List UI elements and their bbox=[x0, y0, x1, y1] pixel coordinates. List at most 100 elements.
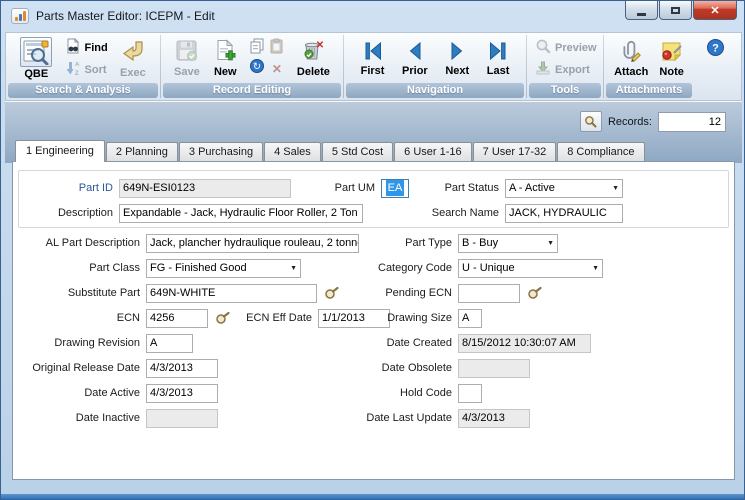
note-label: Note bbox=[659, 66, 683, 78]
exec-label: Exec bbox=[120, 67, 146, 79]
svg-text:Z: Z bbox=[75, 71, 79, 76]
minimize-button[interactable] bbox=[625, 1, 658, 20]
toolbar-group-search-analysis: QBE Find AZ Sort bbox=[6, 33, 160, 100]
first-button[interactable]: First bbox=[358, 40, 388, 78]
group-label-navigation: Navigation bbox=[346, 83, 524, 98]
lookup-magnifier-icon bbox=[527, 286, 542, 300]
part-um-label: Part UM bbox=[321, 182, 381, 194]
preview-button[interactable]: Preview bbox=[535, 38, 597, 57]
part-um-selected-text: EA bbox=[386, 180, 405, 196]
date-active-field[interactable]: 4/3/2013 bbox=[146, 384, 218, 403]
part-type-dropdown[interactable]: B - Buy ▼ bbox=[458, 234, 558, 253]
category-code-value: U - Unique bbox=[462, 260, 515, 277]
part-status-value: A - Active bbox=[509, 180, 555, 197]
magnifier-icon bbox=[584, 115, 597, 128]
find-button[interactable]: Find bbox=[65, 38, 108, 57]
svg-text:✕: ✕ bbox=[316, 40, 324, 51]
pending-ecn-field[interactable] bbox=[458, 284, 520, 303]
save-icon bbox=[175, 39, 198, 65]
al-part-description-label: AL Part Description bbox=[13, 237, 146, 249]
tab-engineering[interactable]: 1 Engineering bbox=[15, 140, 105, 162]
tab-purchasing[interactable]: 3 Purchasing bbox=[179, 142, 263, 161]
prior-button[interactable]: Prior bbox=[399, 40, 431, 78]
note-button[interactable]: Note bbox=[656, 38, 686, 79]
close-icon: ✕ bbox=[710, 4, 719, 17]
group-label-tools: Tools bbox=[529, 83, 601, 98]
description-label: Description bbox=[13, 207, 119, 219]
description-field[interactable]: Expandable - Jack, Hydraulic Floor Rolle… bbox=[119, 204, 363, 223]
copy-button[interactable] bbox=[249, 38, 265, 59]
maximize-icon bbox=[671, 7, 680, 14]
delete-icon: ✕ bbox=[301, 39, 325, 65]
tab-strip: 1 Engineering 2 Planning 3 Purchasing 4 … bbox=[15, 140, 646, 161]
record-editing-small-buttons: ↻ ✕ bbox=[248, 40, 286, 78]
tab-compliance[interactable]: 8 Compliance bbox=[557, 142, 644, 161]
engineering-tab-panel: Part ID 649N-ESI0123 Part UM EA Part Sta… bbox=[12, 161, 735, 480]
date-active-label: Date Active bbox=[13, 387, 146, 399]
qbe-button[interactable]: QBE bbox=[17, 36, 55, 81]
lookup-magnifier-icon bbox=[215, 311, 230, 325]
new-button[interactable]: New bbox=[211, 38, 240, 79]
date-created-label: Date Created bbox=[323, 337, 458, 349]
app-window: Parts Master Editor: ICEPM - Edit ✕ QBE bbox=[0, 0, 745, 500]
tab-sales[interactable]: 4 Sales bbox=[264, 142, 321, 161]
date-obsolete-field bbox=[458, 359, 530, 378]
category-code-label: Category Code bbox=[323, 262, 458, 274]
preview-icon bbox=[535, 38, 551, 57]
part-class-label: Part Class bbox=[13, 262, 146, 274]
tab-user-1-16[interactable]: 6 User 1-16 bbox=[394, 142, 471, 161]
first-icon bbox=[362, 41, 384, 64]
date-inactive-field bbox=[146, 409, 218, 428]
chevron-down-icon: ▼ bbox=[290, 265, 297, 272]
paste-button[interactable] bbox=[269, 38, 285, 59]
hold-code-field[interactable] bbox=[458, 384, 482, 403]
original-release-date-field[interactable]: 4/3/2013 bbox=[146, 359, 218, 378]
exec-icon bbox=[121, 39, 145, 66]
records-count-field[interactable]: 12 bbox=[658, 112, 726, 132]
date-last-update-label: Date Last Update bbox=[323, 412, 458, 424]
substitute-part-field[interactable]: 649N-WHITE bbox=[146, 284, 317, 303]
tab-planning[interactable]: 2 Planning bbox=[106, 142, 178, 161]
app-icon bbox=[11, 8, 29, 24]
maximize-button[interactable] bbox=[659, 1, 692, 20]
part-um-field[interactable]: EA bbox=[381, 179, 409, 198]
ecn-lookup-button[interactable] bbox=[215, 311, 230, 325]
part-type-label: Part Type bbox=[323, 237, 458, 249]
delete-button[interactable]: ✕ Delete bbox=[294, 38, 333, 79]
part-id-field[interactable]: 649N-ESI0123 bbox=[119, 179, 291, 198]
part-type-value: B - Buy bbox=[462, 235, 498, 252]
pending-ecn-lookup-button[interactable] bbox=[527, 286, 542, 300]
exec-button[interactable]: Exec bbox=[117, 38, 149, 80]
part-id-label[interactable]: Part ID bbox=[13, 182, 119, 194]
sort-label: Sort bbox=[85, 64, 107, 76]
replace-button[interactable]: ↻ bbox=[249, 58, 265, 79]
part-status-dropdown[interactable]: A - Active ▼ bbox=[505, 179, 623, 198]
next-button[interactable]: Next bbox=[442, 40, 472, 78]
ecn-field[interactable]: 4256 bbox=[146, 309, 208, 328]
new-label: New bbox=[214, 66, 237, 78]
attach-icon bbox=[620, 39, 642, 65]
drawing-revision-field[interactable]: A bbox=[146, 334, 193, 353]
records-label: Records: bbox=[608, 116, 652, 128]
chevron-down-icon: ▼ bbox=[592, 265, 599, 272]
attach-button[interactable]: Attach bbox=[611, 38, 651, 79]
export-button[interactable]: Export bbox=[535, 60, 590, 79]
tab-user-17-32[interactable]: 7 User 17-32 bbox=[473, 142, 557, 161]
category-code-dropdown[interactable]: U - Unique ▼ bbox=[458, 259, 603, 278]
next-label: Next bbox=[445, 65, 469, 77]
chevron-down-icon: ▼ bbox=[612, 185, 619, 192]
close-button[interactable]: ✕ bbox=[693, 1, 737, 20]
cancel-x-button[interactable]: ✕ bbox=[272, 63, 282, 75]
help-button[interactable]: ? bbox=[707, 39, 724, 56]
save-button[interactable]: Save bbox=[171, 38, 203, 79]
toolbar-group-navigation: First Prior Next bbox=[344, 33, 526, 100]
drawing-size-field[interactable]: A bbox=[458, 309, 482, 328]
sort-button[interactable]: AZ Sort bbox=[65, 60, 108, 79]
part-class-dropdown[interactable]: FG - Finished Good ▼ bbox=[146, 259, 301, 278]
search-name-field[interactable]: JACK, HYDRAULIC bbox=[505, 204, 623, 223]
records-search-button[interactable] bbox=[580, 111, 602, 132]
tab-std-cost[interactable]: 5 Std Cost bbox=[322, 142, 393, 161]
hold-code-label: Hold Code bbox=[323, 387, 458, 399]
date-last-update-field: 4/3/2013 bbox=[458, 409, 530, 428]
last-button[interactable]: Last bbox=[484, 40, 513, 78]
